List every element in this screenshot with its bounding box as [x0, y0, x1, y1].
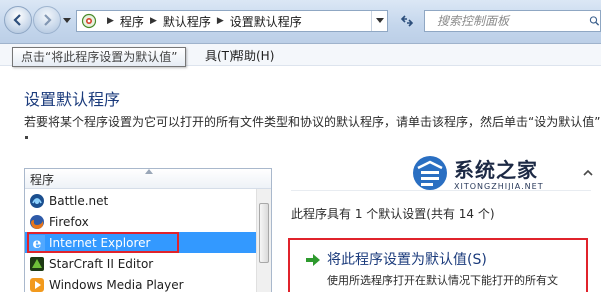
search-input[interactable]: [437, 12, 587, 30]
set-as-default-option[interactable]: 将此程序设置为默认值(S) 使用所选程序打开在默认情况下能打开的所有文: [288, 238, 588, 292]
forward-arrow-icon: [44, 14, 52, 26]
breadcrumb-programs[interactable]: 程序: [120, 13, 144, 30]
list-item-label: Firefox: [49, 214, 89, 229]
address-dropdown-button[interactable]: [371, 11, 387, 31]
chevron-down-icon: [375, 18, 384, 23]
refresh-icon: [400, 15, 414, 27]
starcraft-icon: [30, 256, 44, 271]
address-bar[interactable]: ▶ 程序 ▶ 默认程序 ▶ 设置默认程序: [76, 10, 388, 32]
program-list[interactable]: 程序 Battle.net Firefox e Internet Explore…: [24, 168, 272, 292]
chevron-up-icon[interactable]: [583, 168, 593, 178]
list-item-selected[interactable]: e Internet Explorer: [25, 232, 257, 253]
svg-text:e: e: [33, 236, 42, 251]
list-item[interactable]: Firefox: [25, 211, 257, 232]
watermark-logo-icon: [413, 156, 447, 190]
column-header-programs: 程序: [30, 173, 55, 187]
history-dropdown-icon[interactable]: [63, 16, 71, 24]
breadcrumb-default-programs[interactable]: 默认程序: [163, 13, 211, 30]
forward-button[interactable]: [33, 6, 61, 34]
list-column-header[interactable]: 程序: [25, 169, 271, 189]
back-button[interactable]: [4, 6, 32, 34]
bullet-dot: [25, 136, 28, 139]
set-as-default-description: 使用所选程序打开在默认情况下能打开的所有文: [327, 274, 558, 287]
menu-tools[interactable]: 具(T): [205, 47, 234, 64]
back-arrow-icon: [13, 14, 21, 26]
menu-help[interactable]: 帮助(H): [232, 47, 274, 64]
watermark-name: 系统之家: [454, 158, 538, 182]
search-icon[interactable]: [589, 13, 600, 29]
search-box[interactable]: [424, 10, 601, 32]
breadcrumb-separator-icon: ▶: [149, 16, 157, 26]
sort-arrow-icon: [145, 169, 153, 174]
list-item-label: StarCraft II Editor: [49, 256, 154, 271]
scrollbar-thumb[interactable]: [259, 203, 269, 263]
title-bar: ▶ 程序 ▶ 默认程序 ▶ 设置默认程序: [0, 0, 601, 44]
breadcrumb-set-default-programs[interactable]: 设置默认程序: [230, 13, 302, 30]
list-scrollbar[interactable]: [256, 189, 271, 292]
details-divider: [291, 190, 591, 191]
control-panel-icon: [81, 13, 97, 29]
page-title: 设置默认程序: [24, 90, 121, 109]
green-arrow-icon: [306, 254, 320, 266]
list-item[interactable]: StarCraft II Editor: [25, 253, 257, 274]
list-item-label: Windows Media Player: [49, 277, 184, 292]
wmp-icon: [30, 277, 44, 292]
breadcrumb-separator-icon: ▶: [216, 16, 224, 26]
set-as-default-link[interactable]: 将此程序设置为默认值(S): [327, 249, 487, 269]
battlenet-icon: [30, 193, 44, 208]
refresh-button[interactable]: [394, 10, 420, 32]
firefox-icon: [30, 214, 44, 229]
list-item[interactable]: Windows Media Player: [25, 274, 257, 292]
list-item-label: Internet Explorer: [49, 235, 151, 250]
list-item-label: Battle.net: [49, 193, 109, 208]
breadcrumb-separator-icon: ▶: [107, 16, 114, 26]
page-description: 若要将某个程序设置为它可以打开的所有文件类型和协议的默认程序，请单击该程序，然后…: [24, 115, 601, 129]
tooltip: 点击“将此程序设置为默认值”: [12, 47, 187, 67]
defaults-count-text: 此程序具有 1 个默认设置(共有 14 个): [291, 207, 495, 221]
ie-icon: e: [29, 234, 45, 251]
list-item[interactable]: Battle.net: [25, 190, 257, 211]
